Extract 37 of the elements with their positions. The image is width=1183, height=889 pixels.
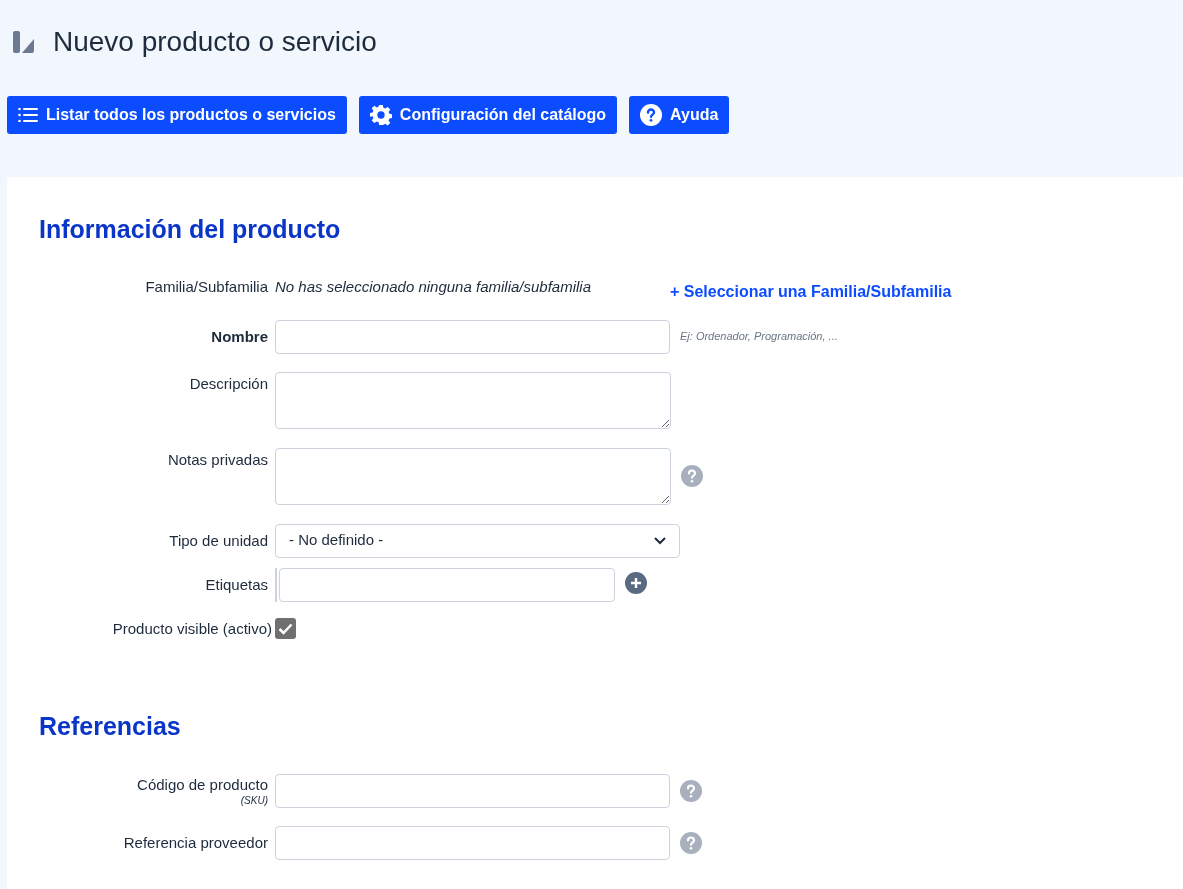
toolbar-button[interactable]: Ayuda	[629, 96, 730, 134]
help-icon[interactable]	[680, 779, 702, 802]
help-icon[interactable]	[681, 465, 703, 487]
gear-icon	[369, 104, 392, 126]
field-label: Producto visible (activo)	[112, 618, 272, 639]
plus-icon[interactable]	[625, 571, 647, 594]
field-label: Familia/Subfamilia	[145, 276, 268, 297]
checkbox[interactable]	[275, 618, 296, 640]
field-label: Tipo de unidad	[169, 530, 268, 551]
field-label: Descripción	[189, 373, 268, 394]
text-field[interactable]	[275, 773, 670, 808]
chevron-down-icon	[654, 536, 666, 545]
toolbar-button[interactable]: Listar todos los productos o servicios	[7, 96, 347, 134]
check-icon	[278, 622, 293, 635]
select-family-link[interactable]: + Seleccionar una Familia/Subfamilia	[670, 279, 952, 304]
list-icon	[18, 108, 38, 122]
field-label: Código de producto	[137, 774, 268, 795]
text-area[interactable]	[275, 447, 671, 505]
section-title: Referencias	[38, 711, 182, 742]
field-label: Notas privadas	[167, 449, 268, 470]
tags-field[interactable]	[279, 567, 615, 602]
field-label: Etiquetas	[205, 574, 268, 595]
section-title: Información del producto	[38, 214, 342, 245]
family-value: No has seleccionado ninguna familia/subfamilia	[275, 276, 593, 297]
text-area[interactable]	[275, 371, 671, 429]
help-icon	[640, 104, 663, 126]
help-icon[interactable]	[680, 831, 702, 854]
field-sublabel: (SKU)	[240, 794, 268, 807]
field-label: Nombre	[211, 326, 268, 347]
field-hint: Ej: Ordenador, Programación, ...	[680, 329, 838, 345]
product-icon	[12, 30, 36, 54]
text-field[interactable]	[275, 825, 670, 860]
text-field[interactable]	[275, 319, 670, 354]
unit-type-select[interactable]: - No definido -	[275, 523, 680, 558]
toolbar-button[interactable]: Configuración del catálogo	[358, 96, 618, 134]
page-title: Nuevo producto o servicio	[53, 25, 377, 59]
field-label: Referencia proveedor	[123, 832, 268, 853]
